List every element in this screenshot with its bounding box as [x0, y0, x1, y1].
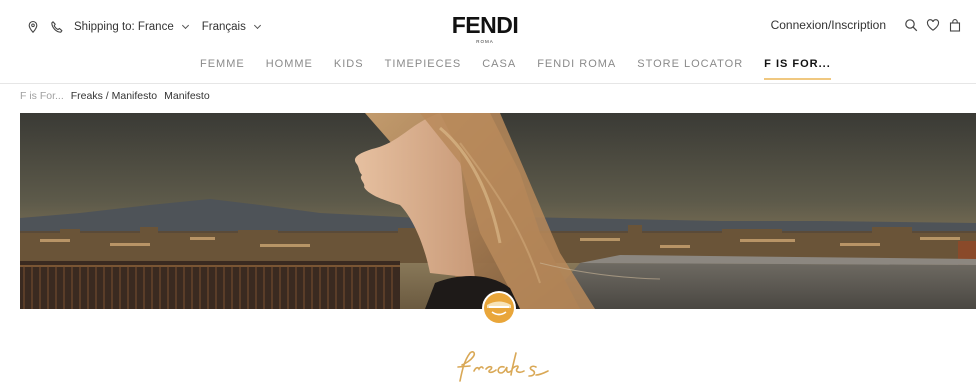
hero-image — [20, 113, 976, 309]
location-icon[interactable] — [26, 20, 40, 34]
brand-sub: ROMA — [476, 39, 494, 44]
breadcrumb-root[interactable]: F is For... — [20, 90, 64, 102]
breadcrumb-current: Manifesto — [164, 90, 210, 102]
chevron-down-icon[interactable] — [253, 21, 261, 30]
login-link[interactable]: Connexion/Inscription — [771, 18, 886, 32]
nav-item-timepieces[interactable]: TIMEPIECES — [385, 58, 462, 80]
brand-name: FENDI — [451, 12, 519, 38]
nav-item-fendi-roma[interactable]: FENDI ROMA — [537, 58, 616, 80]
bag-icon[interactable] — [948, 18, 962, 32]
nav-item-femme[interactable]: FEMME — [200, 58, 245, 80]
shipping-selector: Shipping to: France Français — [26, 20, 274, 34]
breadcrumb-section[interactable]: Freaks / Manifesto — [71, 90, 157, 102]
karlito-emblem-icon — [481, 290, 517, 326]
breadcrumb: F is For... Freaks / Manifesto Manifesto — [20, 90, 217, 102]
chevron-down-icon[interactable] — [181, 21, 189, 30]
nav-item-casa[interactable]: CASA — [482, 58, 516, 80]
search-icon[interactable] — [904, 18, 918, 32]
account-tools: Connexion/Inscription — [771, 18, 962, 32]
top-bar: Shipping to: France Français FENDI ROMA … — [0, 0, 976, 52]
brand-logo[interactable]: FENDI ROMA — [440, 13, 530, 45]
shipping-country[interactable]: Shipping to: France — [74, 21, 174, 33]
nav-item-kids[interactable]: KIDS — [334, 58, 364, 80]
main-nav: FEMME HOMME KIDS TIMEPIECES CASA FENDI R… — [0, 52, 976, 84]
nav-item-store-locator[interactable]: STORE LOCATOR — [637, 58, 743, 80]
nav-item-homme[interactable]: HOMME — [266, 58, 313, 80]
freaks-script-logo — [440, 345, 570, 384]
language-selector[interactable]: Français — [202, 21, 246, 33]
phone-icon[interactable] — [50, 20, 64, 34]
nav-item-f-is-for[interactable]: F IS FOR... — [764, 58, 831, 80]
heart-icon[interactable] — [926, 18, 940, 32]
